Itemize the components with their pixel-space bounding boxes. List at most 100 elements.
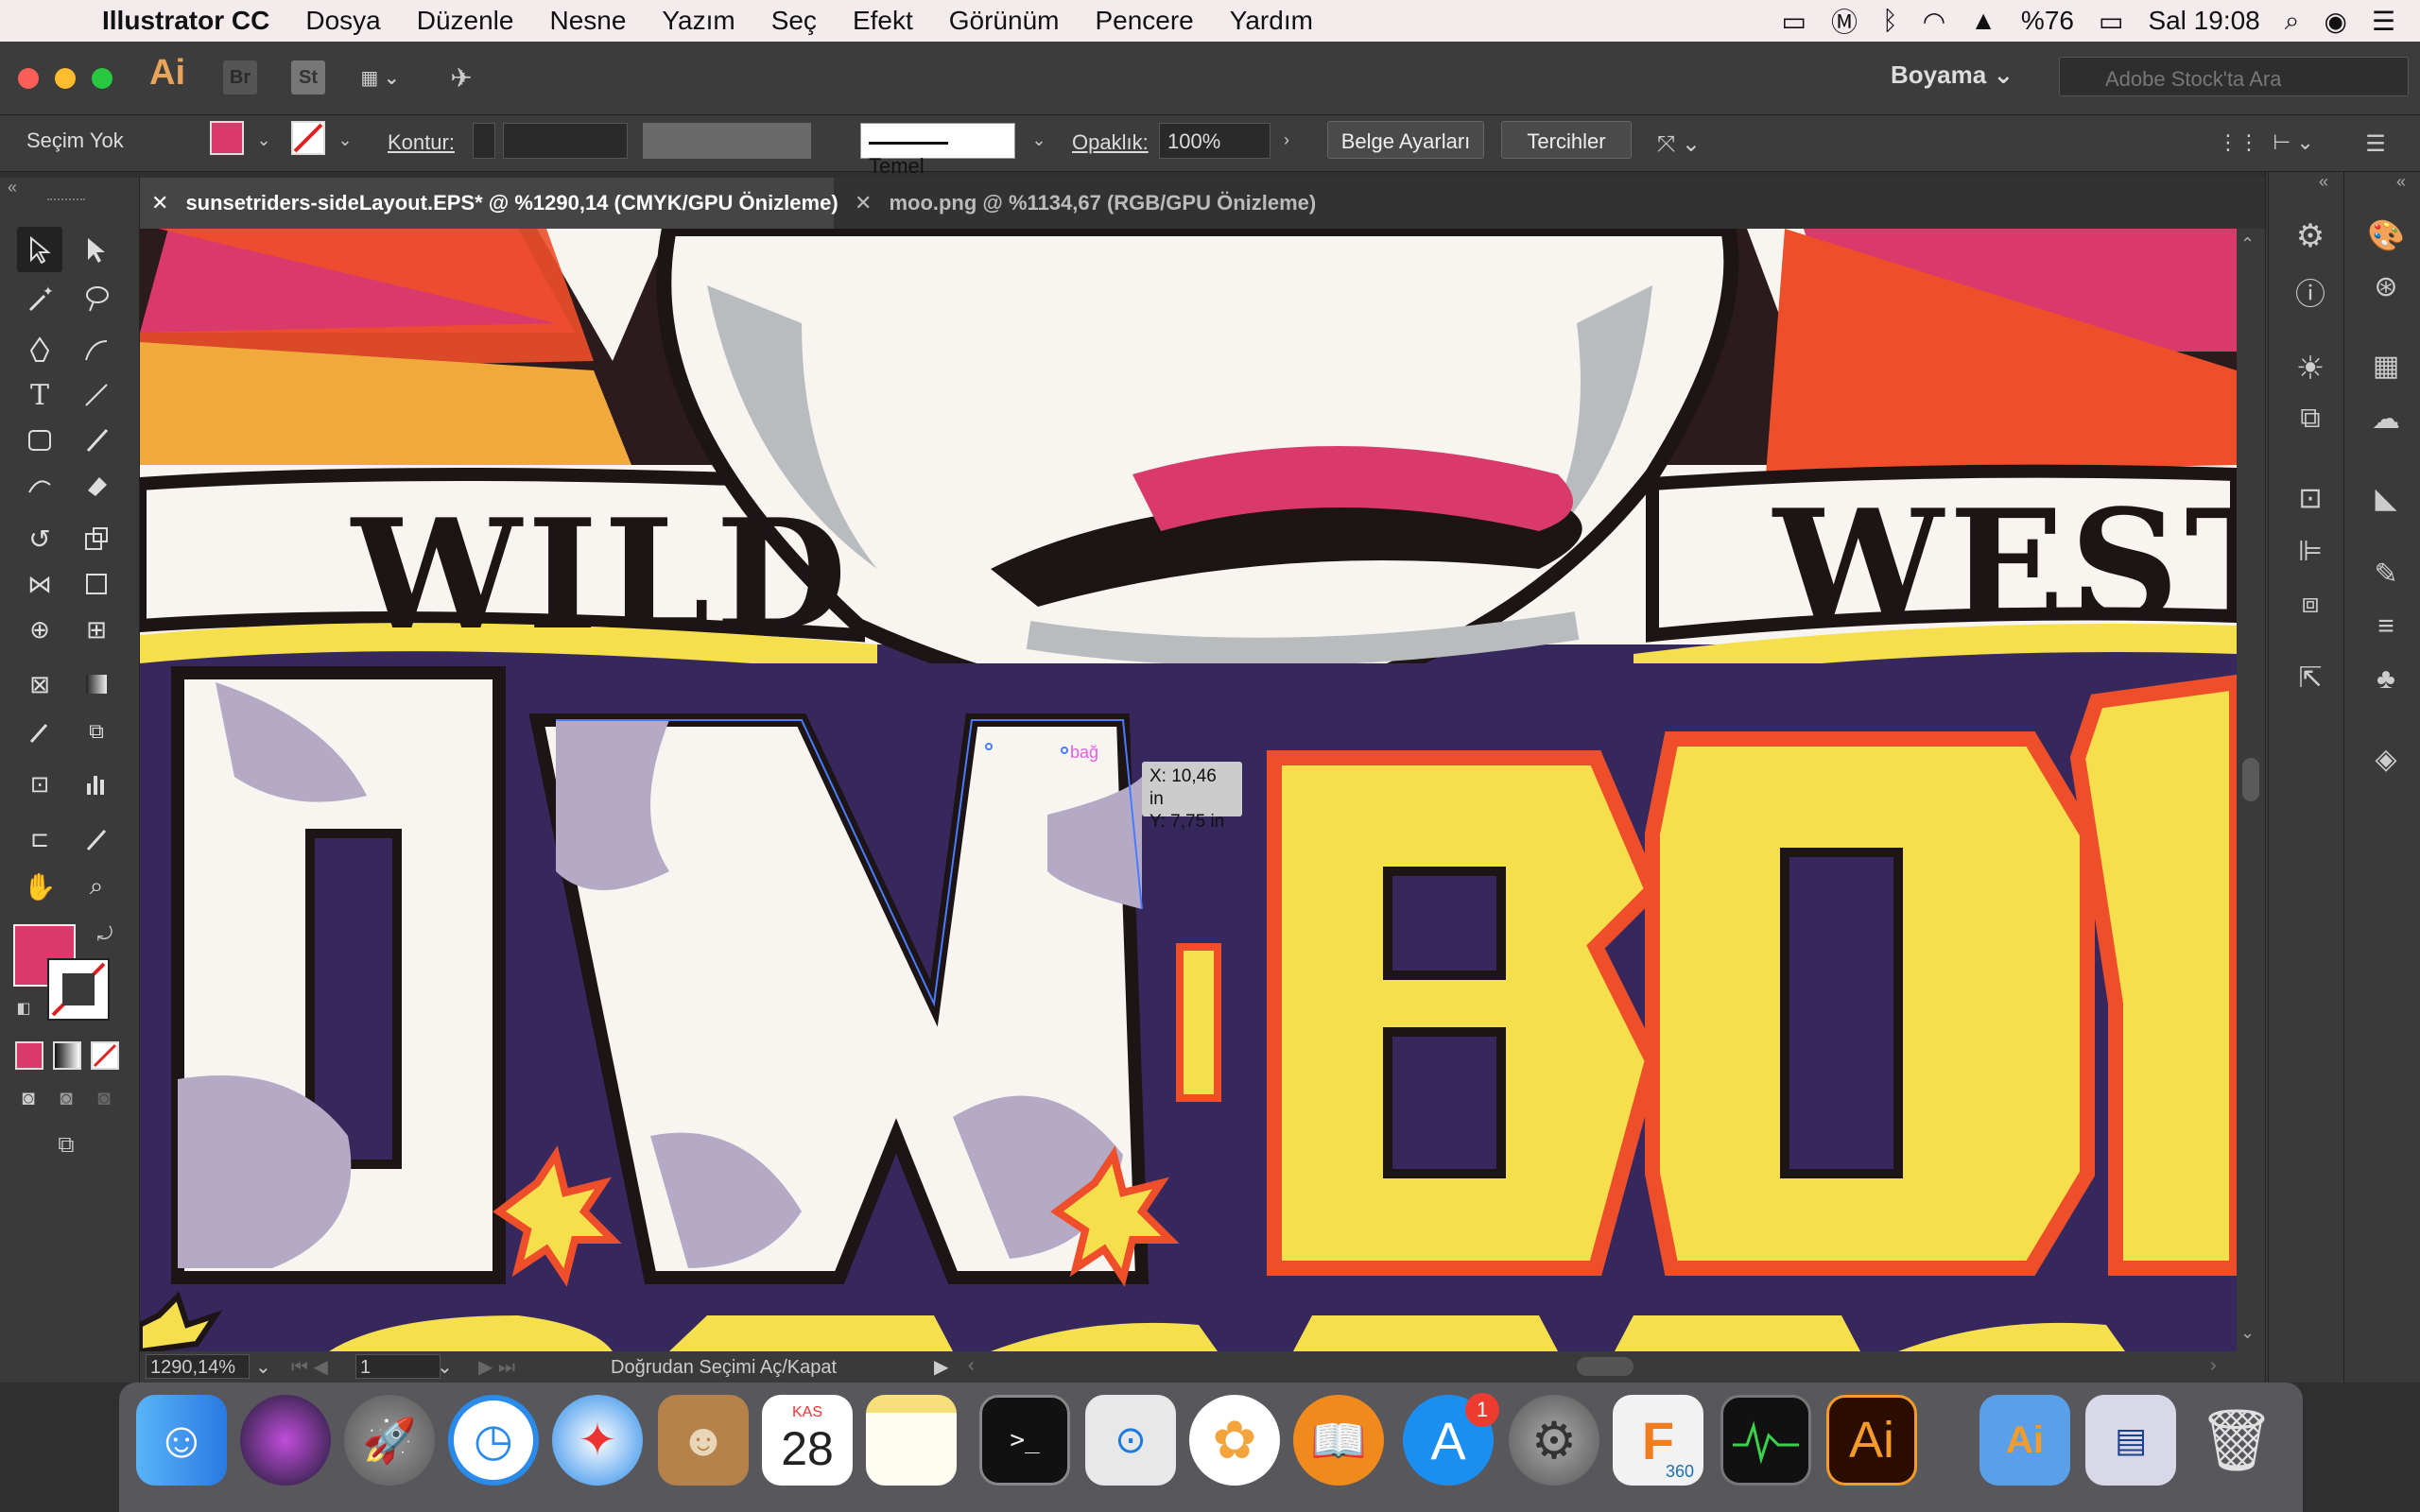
close-tab-icon[interactable]: ✕ [855,191,872,215]
finder-icon[interactable]: ☺ [136,1395,227,1486]
bridge-button[interactable]: Br [223,60,257,94]
direct-selection-tool-icon[interactable] [74,227,119,272]
symbols-icon[interactable]: ♣ [2363,663,2409,709]
menu-efekt[interactable]: Efekt [853,6,913,36]
brush-definition[interactable]: Temel [860,123,1015,178]
stock-button[interactable]: St [291,60,325,94]
properties-gear-icon[interactable]: ⚙ [2288,217,2333,263]
zoom-level-input[interactable]: 1290,14% [146,1354,250,1379]
magic-wand-tool-icon[interactable]: ✦ [17,276,62,321]
siri-icon[interactable]: ◉ [2324,6,2346,37]
panel-menu-icon[interactable]: ☰ [2361,121,2390,159]
fusion360-icon[interactable]: F 360 [1613,1395,1703,1486]
menu-yardim[interactable]: Yardım [1230,6,1313,36]
zoom-tool-icon[interactable]: ⌕ [74,864,119,909]
brushes-icon[interactable]: ✎ [2363,558,2409,603]
symbol-sprayer-tool-icon[interactable]: ⊡ [17,762,62,807]
shape-builder-tool-icon[interactable]: ⊕ [17,607,62,652]
panel-grip[interactable] [47,198,85,204]
bluetooth-icon[interactable]: ᛒ [1882,6,1898,36]
blend-tool-icon[interactable]: ⧉ [74,709,119,754]
stroke-panel-icon[interactable]: ≡ [2363,610,2409,656]
terminal-icon[interactable]: >_ [979,1395,1070,1486]
scroll-up-icon[interactable]: ⌃ [2240,234,2255,254]
mesh-tool-icon[interactable]: ⊠ [17,662,62,707]
first-artboard-icon[interactable]: ⏮ ◀ [291,1355,328,1379]
siri-icon[interactable] [240,1395,331,1486]
tab-moo[interactable]: ✕ moo.png @ %1134,67 (RGB/GPU Önizleme) [843,178,1486,229]
wifi-icon[interactable]: ◠ [1923,6,1945,37]
rectangle-tool-icon[interactable] [17,418,62,463]
fill-swatch[interactable] [210,121,244,155]
artboard-dropdown-icon[interactable]: ⌄ [437,1355,453,1379]
paintbrush-tool-icon[interactable] [74,418,119,463]
downloads-folder-icon[interactable]: Ai [1979,1395,2070,1486]
color-palette-icon[interactable]: 🎨 [2363,217,2409,263]
zoom-window-button[interactable] [92,68,112,89]
battery-percent[interactable]: %76 [2021,6,2074,36]
recent-document-icon[interactable]: ▤ [2085,1395,2176,1486]
lasso-tool-icon[interactable] [74,276,119,321]
pathfinder-icon[interactable]: ⧈ [2288,588,2333,633]
menu-gorunum[interactable]: Görünüm [949,6,1060,36]
workspace-switcher[interactable]: Boyama ⌄ [1891,60,2014,90]
opacity-label[interactable]: Opaklık: [1072,130,1149,155]
vertical-scrollbar[interactable]: ⌃ ⌄ [2237,229,2265,1351]
variable-width-profile[interactable] [643,123,811,159]
opacity-arrow[interactable]: › [1272,121,1301,159]
color-mode-icon[interactable] [15,1041,43,1070]
shaper-tool-icon[interactable] [17,463,62,508]
menu-dosya[interactable]: Dosya [305,6,380,36]
system-preferences-icon[interactable]: ⚙ [1509,1395,1599,1486]
collapse-panel-icon[interactable]: « [8,178,17,198]
transform-align-icon[interactable]: ⤧ ⌄ [1651,121,1707,159]
perspective-grid-tool-icon[interactable]: ⊞ [74,607,119,652]
stroke-dropdown[interactable]: ⌄ [331,121,359,159]
eraser-tool-icon[interactable] [74,463,119,508]
type-tool-icon[interactable]: T [17,372,62,418]
activity-monitor-icon[interactable] [1720,1395,1811,1486]
close-window-button[interactable] [18,68,39,89]
collapse-right-icon[interactable]: « [2396,172,2406,192]
width-tool-icon[interactable]: ⋈ [17,561,62,607]
spotlight-icon[interactable]: ⌕ [2285,6,2300,37]
battery-icon[interactable]: ▭ [2099,6,2123,37]
rotate-tool-icon[interactable]: ↺ [17,516,62,561]
scroll-down-icon[interactable]: ⌄ [2240,1323,2255,1343]
illustrator-dock-icon[interactable]: Ai [1826,1395,1917,1486]
fill-dropdown[interactable]: ⌄ [250,121,278,159]
photos-icon[interactable]: ✿ [1189,1395,1280,1486]
free-transform-tool-icon[interactable] [74,561,119,607]
trash-icon[interactable]: 🗑 [2191,1395,2282,1486]
scroll-right-icon[interactable]: › [2210,1355,2217,1377]
gradient-mode-icon[interactable] [53,1041,81,1070]
scroll-left-icon[interactable]: ‹ [968,1355,975,1377]
stroke-weight-input[interactable] [503,123,628,159]
pen-tool-icon[interactable] [17,327,62,372]
malwarebytes-icon[interactable]: Ⓜ [1831,2,1858,40]
slice-tool-icon[interactable] [74,816,119,862]
swap-fill-stroke-icon[interactable]: ⤾ [91,920,119,949]
zoom-dropdown-icon[interactable]: ⌄ [255,1355,271,1379]
calendar-icon[interactable]: KAS 28 [762,1395,853,1486]
airplay-icon[interactable]: ▲ [1970,6,1996,36]
curvature-tool-icon[interactable] [74,327,119,372]
display-icon[interactable]: ▭ [1781,6,1806,37]
collapse-left-icon[interactable]: « [2319,172,2328,192]
opacity-input[interactable]: 100% [1159,123,1270,159]
align-icon[interactable]: ⋮⋮ [2218,121,2259,159]
menu-app-name[interactable]: Illustrator CC [102,6,269,36]
color-guide-icon[interactable]: ⊛ [2363,270,2409,316]
tab-sunsetriders[interactable]: ✕ sunsetriders-sideLayout.EPS* @ %1290,14… [140,178,838,229]
document-settings-button[interactable]: Belge Ayarları [1327,121,1484,159]
selection-tool-icon[interactable] [17,227,62,272]
scroll-thumb[interactable] [2242,758,2259,801]
menu-yazim[interactable]: Yazım [662,6,735,36]
stroke-stepper[interactable] [473,123,495,159]
transform-icon[interactable]: ⊡ [2288,482,2333,527]
line-segment-tool-icon[interactable] [74,372,119,418]
close-tab-icon[interactable]: ✕ [151,191,168,215]
menu-nesne[interactable]: Nesne [549,6,626,36]
preview-icon[interactable]: ⊙ [1085,1395,1176,1486]
preferences-button[interactable]: Tercihler [1501,121,1632,159]
